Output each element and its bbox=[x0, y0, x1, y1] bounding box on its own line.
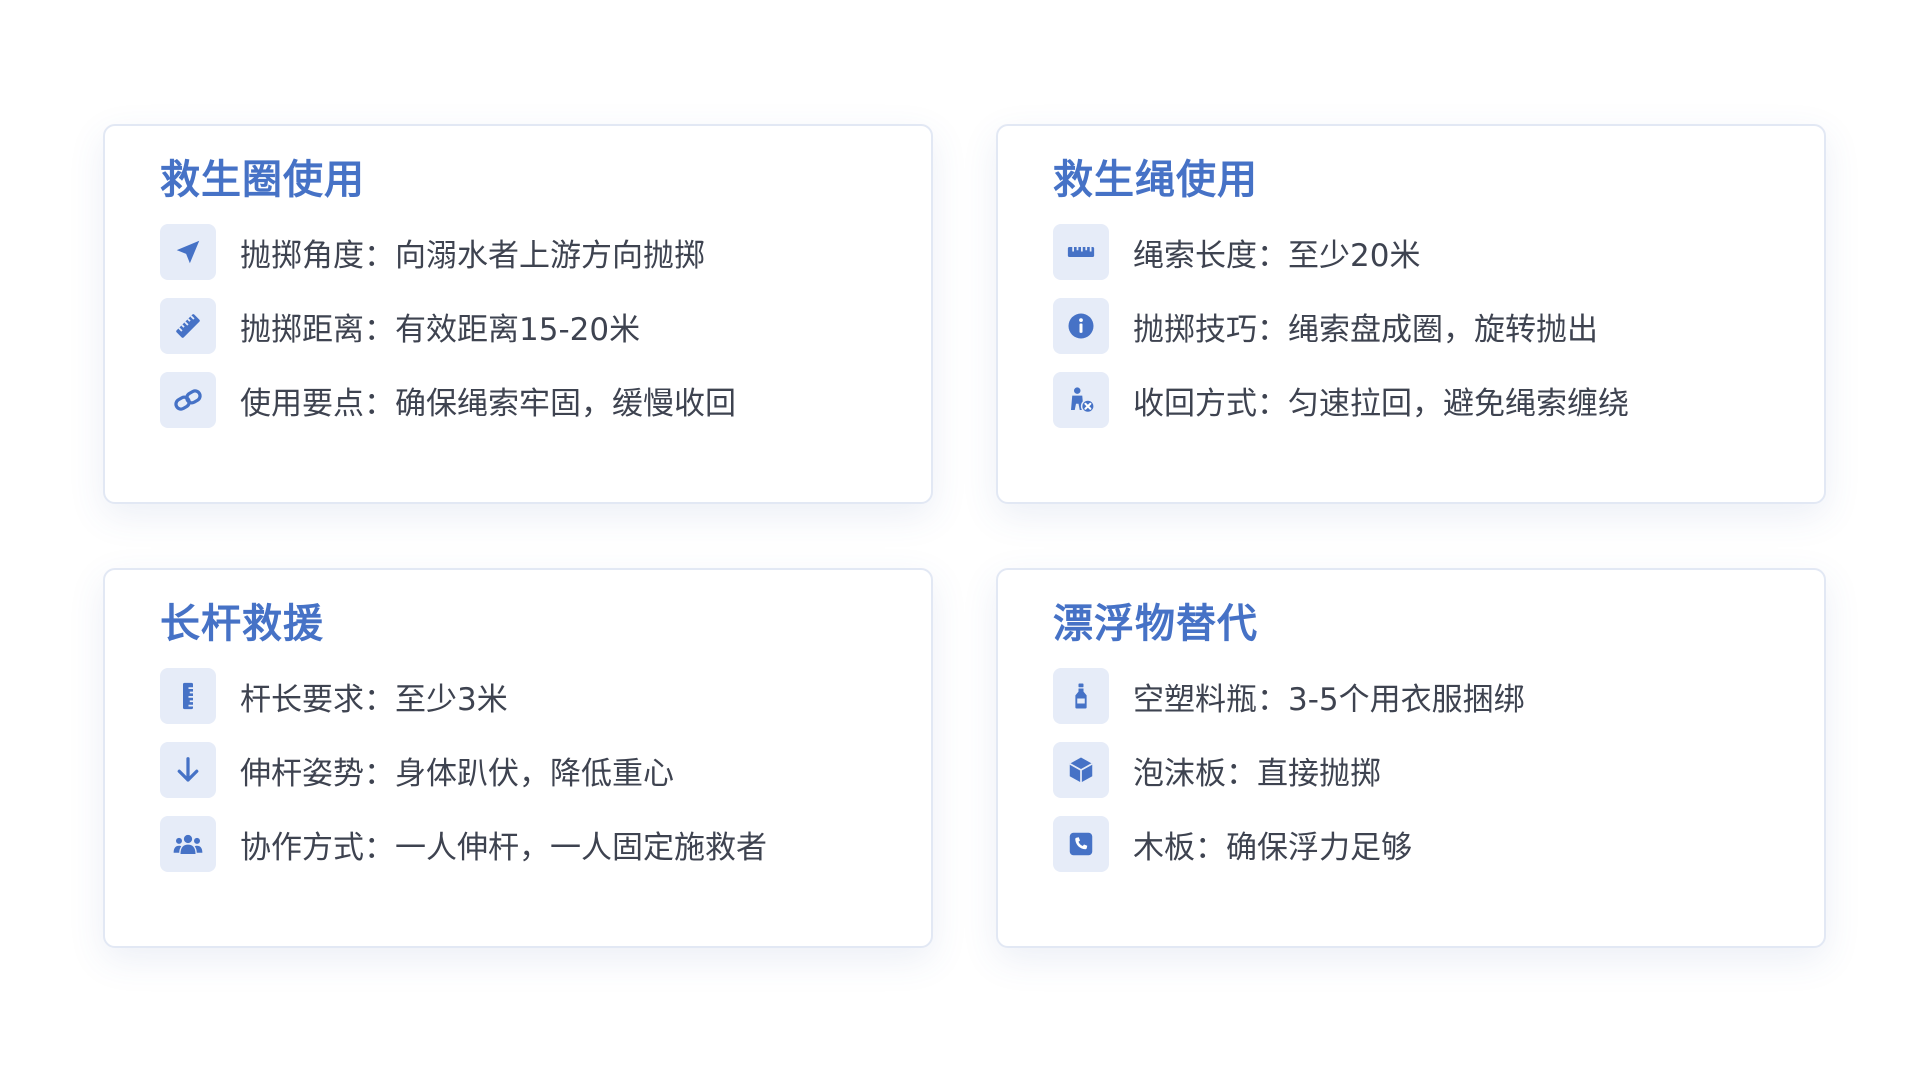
cube-icon bbox=[1053, 742, 1109, 798]
list-item: 抛掷距离：有效距离15-20米 bbox=[160, 298, 876, 354]
card-title: 漂浮物替代 bbox=[1053, 601, 1258, 647]
square-phone-icon bbox=[1053, 816, 1109, 872]
arrow-down-icon bbox=[160, 742, 216, 798]
card-floating-substitutes: 漂浮物替代 空塑料瓶：3-5个用衣服捆绑 泡沫板：直接抛掷 木板：确保浮力足够 bbox=[996, 568, 1826, 948]
list-item: 抛掷技巧：绳索盘成圈，旋转抛出 bbox=[1053, 298, 1769, 354]
list-item: 绳索长度：至少20米 bbox=[1053, 224, 1769, 280]
list-item: 泡沫板：直接抛掷 bbox=[1053, 742, 1769, 798]
item-text: 杆长要求：至少3米 bbox=[240, 681, 508, 718]
item-text: 收回方式：匀速拉回，避免绳索缠绕 bbox=[1133, 385, 1629, 422]
card-title: 救生圈使用 bbox=[160, 157, 365, 203]
ruler-icon bbox=[160, 298, 216, 354]
info-circle-icon bbox=[1053, 298, 1109, 354]
users-icon bbox=[160, 816, 216, 872]
list-item: 杆长要求：至少3米 bbox=[160, 668, 876, 724]
item-text: 使用要点：确保绳索牢固，缓慢收回 bbox=[240, 385, 736, 422]
card-life-buoy: 救生圈使用 抛掷角度：向溺水者上游方向抛掷 抛掷距离：有效距离15-20米 使用… bbox=[103, 124, 933, 504]
bottle-icon bbox=[1053, 668, 1109, 724]
list-item: 协作方式：一人伸杆，一人固定施救者 bbox=[160, 816, 876, 872]
card-rescue-rope: 救生绳使用 绳索长度：至少20米 抛掷技巧：绳索盘成圈，旋转抛出 收回方式：匀速… bbox=[996, 124, 1826, 504]
item-text: 空塑料瓶：3-5个用衣服捆绑 bbox=[1133, 681, 1525, 718]
item-text: 泡沫板：直接抛掷 bbox=[1133, 755, 1381, 792]
list-item: 空塑料瓶：3-5个用衣服捆绑 bbox=[1053, 668, 1769, 724]
card-title: 救生绳使用 bbox=[1053, 157, 1258, 203]
ruler-horizontal-icon bbox=[1053, 224, 1109, 280]
list-item: 伸杆姿势：身体趴伏，降低重心 bbox=[160, 742, 876, 798]
ruler-vertical-icon bbox=[160, 668, 216, 724]
item-list: 空塑料瓶：3-5个用衣服捆绑 泡沫板：直接抛掷 木板：确保浮力足够 bbox=[1053, 668, 1769, 872]
card-title: 长杆救援 bbox=[160, 601, 324, 647]
item-text: 抛掷距离：有效距离15-20米 bbox=[240, 311, 641, 348]
list-item: 抛掷角度：向溺水者上游方向抛掷 bbox=[160, 224, 876, 280]
item-list: 绳索长度：至少20米 抛掷技巧：绳索盘成圈，旋转抛出 收回方式：匀速拉回，避免绳… bbox=[1053, 224, 1769, 428]
paper-plane-icon bbox=[160, 224, 216, 280]
list-item: 使用要点：确保绳索牢固，缓慢收回 bbox=[160, 372, 876, 428]
item-text: 木板：确保浮力足够 bbox=[1133, 829, 1412, 866]
item-text: 协作方式：一人伸杆，一人固定施救者 bbox=[240, 829, 767, 866]
item-text: 抛掷技巧：绳索盘成圈，旋转抛出 bbox=[1133, 311, 1598, 348]
item-list: 杆长要求：至少3米 伸杆姿势：身体趴伏，降低重心 协作方式：一人伸杆，一人固定施… bbox=[160, 668, 876, 872]
link-icon bbox=[160, 372, 216, 428]
page: 救生圈使用 抛掷角度：向溺水者上游方向抛掷 抛掷距离：有效距离15-20米 使用… bbox=[0, 0, 1920, 1080]
item-text: 抛掷角度：向溺水者上游方向抛掷 bbox=[240, 237, 705, 274]
list-item: 收回方式：匀速拉回，避免绳索缠绕 bbox=[1053, 372, 1769, 428]
item-text: 伸杆姿势：身体趴伏，降低重心 bbox=[240, 755, 674, 792]
list-item: 木板：确保浮力足够 bbox=[1053, 816, 1769, 872]
item-text: 绳索长度：至少20米 bbox=[1133, 237, 1421, 274]
card-long-pole: 长杆救援 杆长要求：至少3米 伸杆姿势：身体趴伏，降低重心 协作方式：一人伸杆，… bbox=[103, 568, 933, 948]
person-circle-xmark-icon bbox=[1053, 372, 1109, 428]
item-list: 抛掷角度：向溺水者上游方向抛掷 抛掷距离：有效距离15-20米 使用要点：确保绳… bbox=[160, 224, 876, 428]
